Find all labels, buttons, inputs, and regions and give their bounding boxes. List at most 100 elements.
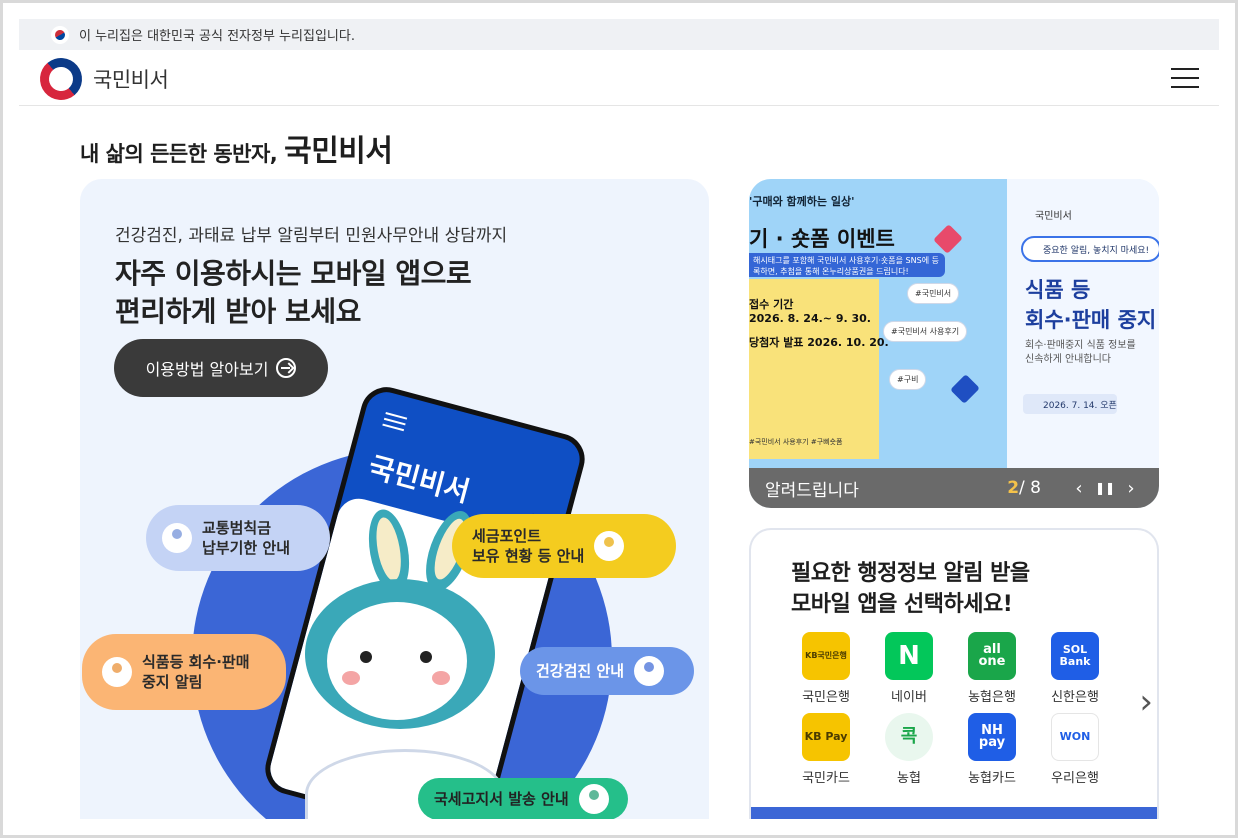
app-selection-panel: 필요한 행정정보 알림 받을 모바일 앱을 선택하세요! KB국민은행국민은행 … [749, 528, 1159, 819]
apps-title-line: 필요한 행정정보 알림 받을 [791, 561, 1030, 586]
bubble-text: 건강검진 안내 [536, 662, 625, 680]
user-icon [578, 784, 609, 814]
phone-title: 국민비서 [365, 450, 474, 509]
korea-flag-icon [51, 25, 69, 44]
mascot-cheek [342, 671, 360, 685]
logo-text[interactable]: 국민비서 [93, 64, 169, 94]
chevron-right-icon[interactable]: › [1139, 682, 1153, 722]
tagline-brand: 국민비서 [284, 134, 393, 169]
nh-kok-icon: 콕 [885, 713, 933, 761]
app-name: 신한은행 [1051, 690, 1099, 705]
event-announce: 당첨자 발표 2026. 10. 20. [749, 321, 889, 350]
app-kb-card[interactable]: KB Pay 국민카드 [791, 713, 861, 786]
user-icon [162, 523, 192, 553]
bubble-line: 납부기한 안내 [202, 539, 291, 557]
kb-bank-icon: KB국민은행 [802, 632, 850, 680]
heart-icon [933, 224, 963, 254]
app-naver[interactable]: N 네이버 [874, 632, 944, 705]
slide-description: 회수·판매중지 식품 정보를신속하게 안내합니다 [1025, 339, 1136, 367]
page-tagline: 내 삶의 든든한 동반자, 국민비서 [80, 126, 393, 170]
pause-icon[interactable]: ❚❚ [1093, 476, 1117, 500]
bubble-text: 교통범칙금납부기한 안내 [202, 518, 290, 558]
mascot-eye [420, 651, 432, 663]
mascot-eye [360, 651, 372, 663]
app-shinhan-bank[interactable]: SOL Bank 신한은행 [1040, 632, 1110, 705]
gov-banner-text: 이 누리집은 대한민국 공식 전자정부 누리집입니다. [79, 29, 355, 44]
menu-icon[interactable] [1171, 68, 1199, 88]
hashtag-bubble: #국민비서 [907, 283, 960, 304]
app-name: 농협은행 [968, 690, 1016, 705]
bubble-line: 보유 현황 등 안내 [472, 547, 585, 565]
woori-won-icon: WON [1051, 713, 1099, 761]
event-announce-label: 당첨자 발표 [749, 336, 804, 349]
bubble-text: 국세고지서 발송 안내 [434, 790, 569, 808]
phone-menu-icon [382, 412, 408, 432]
hero-title: 자주 이용하시는 모바일 앱으로 편리하게 받아 보세요 [115, 255, 472, 331]
event-hashtags: #국민비서 사용후기 #구삐숏폼 [749, 438, 843, 446]
app-name: 국민카드 [802, 771, 850, 786]
slide-headline: 식품 등회수·판매 중지 [1025, 275, 1156, 335]
hashtag-bubble: #국민비서 사용후기 [883, 321, 968, 342]
event-announce-value: 2026. 10. 20. [807, 336, 889, 349]
slide-headline-line: 회수·판매 중지 [1025, 308, 1157, 332]
slide-date: 2026. 7. 14. 오픈 [1023, 394, 1117, 414]
carousel-control-bar: 알려드립니다 2/ 8 ‹ ❚❚ › [749, 468, 1159, 508]
app-nh[interactable]: 콕농협 [874, 713, 944, 786]
slide-notice: 중요한 알림, 놓치지 마세요! [1021, 236, 1159, 262]
shinhan-sol-icon: SOL Bank [1051, 632, 1099, 680]
slide-description-line: 신속하게 안내합니다 [1025, 354, 1111, 365]
bubble-text: 식품등 회수·판매중지 알림 [142, 652, 250, 692]
how-to-use-button[interactable]: 이용방법 알아보기 [114, 339, 328, 397]
hero-subtitle: 건강검진, 과태료 납부 알림부터 민원사무안내 상담까지 [115, 226, 508, 246]
slide-description-line: 회수·판매중지 식품 정보를 [1025, 340, 1136, 351]
bubble-tax-point: 세금포인트 보유 현황 등 안내 [452, 514, 676, 578]
app-nh-card[interactable]: NH pay 농협카드 [957, 713, 1027, 786]
bubble-line: 중지 알림 [142, 673, 203, 691]
app-name: 농협카드 [968, 771, 1016, 786]
kb-pay-icon: KB Pay [802, 713, 850, 761]
slide-headline-line: 식품 등 [1025, 278, 1091, 302]
carousel-slide-event[interactable]: '구매와 함께하는 일상' 기 · 숏폼 이벤트 해시태그를 포함해 국민비서 … [749, 179, 1007, 468]
carousel-total: / 8 [1019, 478, 1041, 498]
user-icon [594, 531, 625, 561]
logo-icon[interactable] [31, 49, 91, 109]
app-name: 농협 [897, 771, 921, 786]
event-period-label: 접수 기간 [749, 298, 794, 311]
nh-allone-icon: all one [968, 632, 1016, 680]
user-icon [102, 657, 132, 687]
gov-banner: 이 누리집은 대한민국 공식 전자정부 누리집입니다. [19, 19, 1219, 50]
bubble-line: 교통범칙금 [202, 519, 272, 537]
bubble-tax-notice: 국세고지서 발송 안내 [418, 778, 628, 819]
carousel-slide-food-recall[interactable]: 국민비서 중요한 알림, 놓치지 마세요! 식품 등회수·판매 중지 회수·판매… [1007, 179, 1159, 468]
apps-title-line: 모바일 앱을 선택하세요! [791, 592, 1013, 617]
app-name: 우리은행 [1051, 771, 1099, 786]
app-name: 국민은행 [802, 690, 850, 705]
chevron-right-icon[interactable]: › [1119, 476, 1143, 500]
bubble-health-checkup: 건강검진 안내 [520, 647, 694, 695]
notice-carousel[interactable]: '구매와 함께하는 일상' 기 · 숏폼 이벤트 해시태그를 포함해 국민비서 … [749, 179, 1159, 508]
naver-icon: N [885, 632, 933, 680]
user-icon [634, 656, 665, 686]
event-title-small: '구매와 함께하는 일상' [749, 195, 855, 208]
app-kb-bank[interactable]: KB국민은행국민은행 [791, 632, 861, 705]
event-banner: 해시태그를 포함해 국민비서 사용후기·숏폼을 SNS에 등록하면, 추첨을 통… [749, 253, 945, 277]
event-title: 기 · 숏폼 이벤트 [749, 227, 895, 251]
nh-pay-icon: NH pay [968, 713, 1016, 761]
app-name: 네이버 [891, 690, 927, 705]
carousel-current: 2 [1007, 478, 1020, 498]
app-grid: KB국민은행국민은행 N 네이버 all one 농협은행 SOL Bank 신한은행… [791, 632, 1127, 786]
app-nh-bank[interactable]: all one 농협은행 [957, 632, 1027, 705]
bubble-line: 식품등 회수·판매 [142, 653, 250, 671]
carousel-label: 알려드립니다 [765, 480, 859, 501]
hero-section: 건강검진, 과태료 납부 알림부터 민원사무안내 상담까지 자주 이용하시는 모… [80, 179, 709, 819]
chevron-left-icon[interactable]: ‹ [1067, 476, 1091, 500]
app-woori-bank[interactable]: WON 우리은행 [1040, 713, 1110, 786]
hero-title-line: 편리하게 받아 보세요 [115, 295, 361, 328]
mascot-face [327, 602, 467, 720]
tagline-prefix: 내 삶의 든든한 동반자, [80, 142, 278, 166]
carousel-counter: 2/ 8 [1007, 478, 1041, 498]
mascot-cheek [432, 671, 450, 685]
bubble-text: 세금포인트 보유 현황 등 안내 [472, 526, 584, 566]
arrow-right-circle-icon [276, 358, 297, 378]
slide-brand: 국민비서 [1035, 211, 1072, 222]
